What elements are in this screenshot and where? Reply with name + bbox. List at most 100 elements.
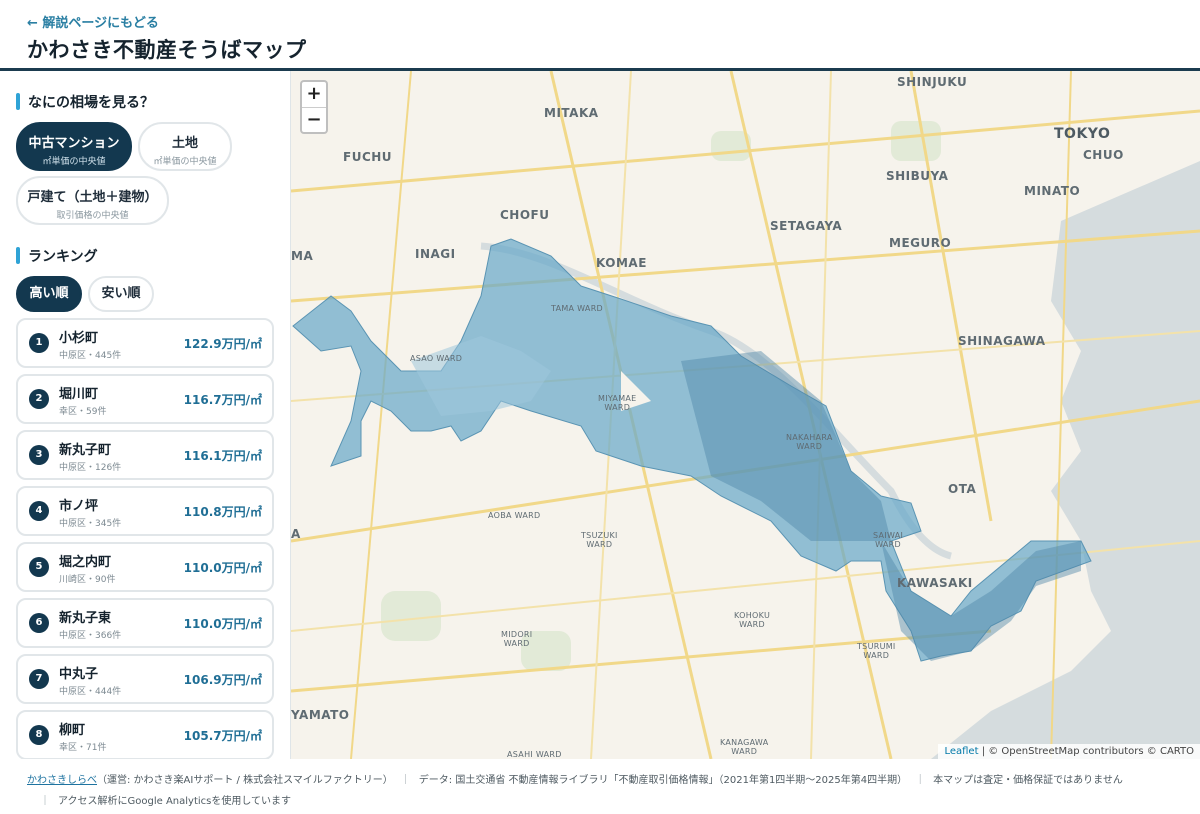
rank-meta: 中原区・126件 xyxy=(59,463,122,473)
footer-separator: ｜ xyxy=(915,775,926,786)
footer-line: ｜ アクセス解析にGoogle Analyticsを使用しています xyxy=(40,792,291,807)
rank-name: 中丸子 xyxy=(59,667,99,682)
place-label: SHIBUYA xyxy=(886,169,949,183)
type-button-house[interactable]: 戸建て（土地＋建物） 取引価格の中央値 xyxy=(16,176,169,225)
park-area xyxy=(891,121,941,161)
type-button-land[interactable]: 土地 ㎡単価の中央値 xyxy=(138,122,232,171)
sort-low-button[interactable]: 安い順 xyxy=(88,276,154,312)
ranking-item[interactable]: 5 堀之内町 川崎区・90件 110.0万円/㎡ xyxy=(16,542,274,592)
sort-high-button[interactable]: 高い順 xyxy=(16,276,82,312)
place-label: KOMAE xyxy=(596,256,647,270)
road xyxy=(909,71,993,522)
place-label: SETAGAYA xyxy=(770,219,843,233)
ward-label: KANAGAWA WARD xyxy=(720,738,769,756)
rank-number: 6 xyxy=(29,613,49,633)
sidebar: なにの相場を見る？ 中古マンション ㎡単価の中央値 土地 ㎡単価の中央値 戸建て… xyxy=(0,71,291,759)
rank-meta: 中原区・345件 xyxy=(59,519,122,529)
rank-name: 新丸子町 xyxy=(59,443,112,458)
rank-number: 4 xyxy=(29,501,49,521)
data-source-text: データ: 国土交通省 不動産情報ライブラリ「不動産取引価格情報」（2021年第1… xyxy=(418,775,908,786)
ranking-item[interactable]: 6 新丸子東 中原区・366件 110.0万円/㎡ xyxy=(16,598,274,648)
map-view[interactable]: SHINJUKU MITAKA TOKYO CHUO FUCHU SHIBUYA… xyxy=(291,71,1200,759)
map-canvas xyxy=(291,71,1200,759)
rank-meta: 川崎区・90件 xyxy=(59,575,116,585)
page-header: ← 解説ページにもどる かわさき不動産そうばマップ xyxy=(0,0,1200,71)
place-label: MINATO xyxy=(1024,184,1081,198)
road xyxy=(291,109,1200,193)
rank-name: 市ノ坪 xyxy=(59,499,99,514)
operator-text: （運営: かわさき楽AIサポート / 株式会社スマイルファクトリー） xyxy=(97,775,393,786)
attribution-text: | © OpenStreetMap contributors © CARTO xyxy=(978,746,1194,757)
rank-meta: 幸区・59件 xyxy=(59,407,107,417)
rank-price: 116.1万円/㎡ xyxy=(183,449,262,463)
place-label: MA xyxy=(291,249,314,263)
place-label: CHUO xyxy=(1083,148,1124,162)
rank-meta: 中原区・444件 xyxy=(59,687,122,697)
place-label: TOKYO xyxy=(1054,126,1111,142)
ward-label: KOHOKU WARD xyxy=(734,611,771,629)
rank-price: 110.0万円/㎡ xyxy=(183,561,262,575)
place-label: MEGURO xyxy=(889,236,952,250)
rank-price: 106.9万円/㎡ xyxy=(183,673,262,687)
rank-number: 3 xyxy=(29,445,49,465)
rank-name: 堀之内町 xyxy=(59,555,112,570)
rank-number: 1 xyxy=(29,333,49,353)
site-link[interactable]: かわさきしらべ xyxy=(27,775,97,786)
type-button-sub: 取引価格の中央値 xyxy=(56,211,129,221)
rank-number: 2 xyxy=(29,389,49,409)
rank-price: 105.7万円/㎡ xyxy=(183,729,262,743)
rank-meta: 幸区・71件 xyxy=(59,743,107,753)
rank-name: 小杉町 xyxy=(59,331,99,346)
rank-number: 5 xyxy=(29,557,49,577)
map-attribution: Leaflet | © OpenStreetMap contributors ©… xyxy=(938,744,1200,759)
ward-label: MIDORI WARD xyxy=(501,630,533,648)
rank-meta: 中原区・445件 xyxy=(59,351,122,361)
place-label: YAMATO xyxy=(291,708,350,722)
zoom-in-button[interactable]: + xyxy=(302,82,326,107)
ranking-list: 1 小杉町 中原区・445件 122.9万円/㎡ 2 堀川町 幸区・59件 11… xyxy=(16,318,274,759)
ranking-item[interactable]: 2 堀川町 幸区・59件 116.7万円/㎡ xyxy=(16,374,274,424)
ranking-item[interactable]: 8 柳町 幸区・71件 105.7万円/㎡ xyxy=(16,710,274,759)
ward-label: TAMA WARD xyxy=(551,304,604,313)
rank-name: 新丸子東 xyxy=(59,611,112,626)
type-button-label: 土地 xyxy=(171,136,198,151)
leaflet-link[interactable]: Leaflet xyxy=(944,746,978,757)
place-label: SHINAGAWA xyxy=(958,334,1046,348)
place-label: CHOFU xyxy=(500,208,550,222)
place-label: SHINJUKU xyxy=(897,75,968,89)
rank-price: 110.0万円/㎡ xyxy=(183,617,262,631)
back-link[interactable]: ← 解説ページにもどる xyxy=(27,12,159,31)
rank-number: 8 xyxy=(29,725,49,745)
type-button-label: 戸建て（土地＋建物） xyxy=(27,190,158,205)
place-label: MITAKA xyxy=(544,106,599,120)
place-label: FUCHU xyxy=(343,150,393,164)
zoom-out-button[interactable]: − xyxy=(302,107,326,132)
ward-label: TSURUMI WARD xyxy=(857,642,896,660)
page-title: かわさき不動産そうばマップ xyxy=(27,38,307,62)
footer-line: かわさきしらべ（運営: かわさき楽AIサポート / 株式会社スマイルファクトリー… xyxy=(27,771,1123,786)
rank-name: 柳町 xyxy=(59,723,86,738)
park-area xyxy=(381,591,441,641)
ward-label: NAKAHARA WARD xyxy=(786,433,833,451)
ward-label: ASAHI WARD xyxy=(507,750,562,759)
rank-number: 7 xyxy=(29,669,49,689)
place-label: A xyxy=(291,527,301,541)
rank-price: 122.9万円/㎡ xyxy=(183,337,262,351)
ranking-item[interactable]: 7 中丸子 中原区・444件 106.9万円/㎡ xyxy=(16,654,274,704)
analytics-text: アクセス解析にGoogle Analyticsを使用しています xyxy=(58,796,292,807)
disclaimer-text: 本マップは査定・価格保証ではありません xyxy=(933,775,1123,786)
rank-price: 110.8万円/㎡ xyxy=(183,505,262,519)
place-label: OTA xyxy=(948,482,977,496)
ranking-item[interactable]: 3 新丸子町 中原区・126件 116.1万円/㎡ xyxy=(16,430,274,480)
footer-separator: ｜ xyxy=(40,796,50,807)
page-footer: かわさきしらべ（運営: かわさき楽AIサポート / 株式会社スマイルファクトリー… xyxy=(0,760,1200,814)
ranking-item[interactable]: 4 市ノ坪 中原区・345件 110.8万円/㎡ xyxy=(16,486,274,536)
type-button-label: 中古マンション xyxy=(28,136,120,151)
ward-label: ASAO WARD xyxy=(410,354,463,363)
ranking-item[interactable]: 1 小杉町 中原区・445件 122.9万円/㎡ xyxy=(16,318,274,368)
ward-label: AOBA WARD xyxy=(488,511,541,520)
type-button-condo[interactable]: 中古マンション ㎡単価の中央値 xyxy=(16,122,132,171)
rank-meta: 中原区・366件 xyxy=(59,631,122,641)
place-label: INAGI xyxy=(415,247,456,261)
zoom-control: + − xyxy=(300,80,328,134)
